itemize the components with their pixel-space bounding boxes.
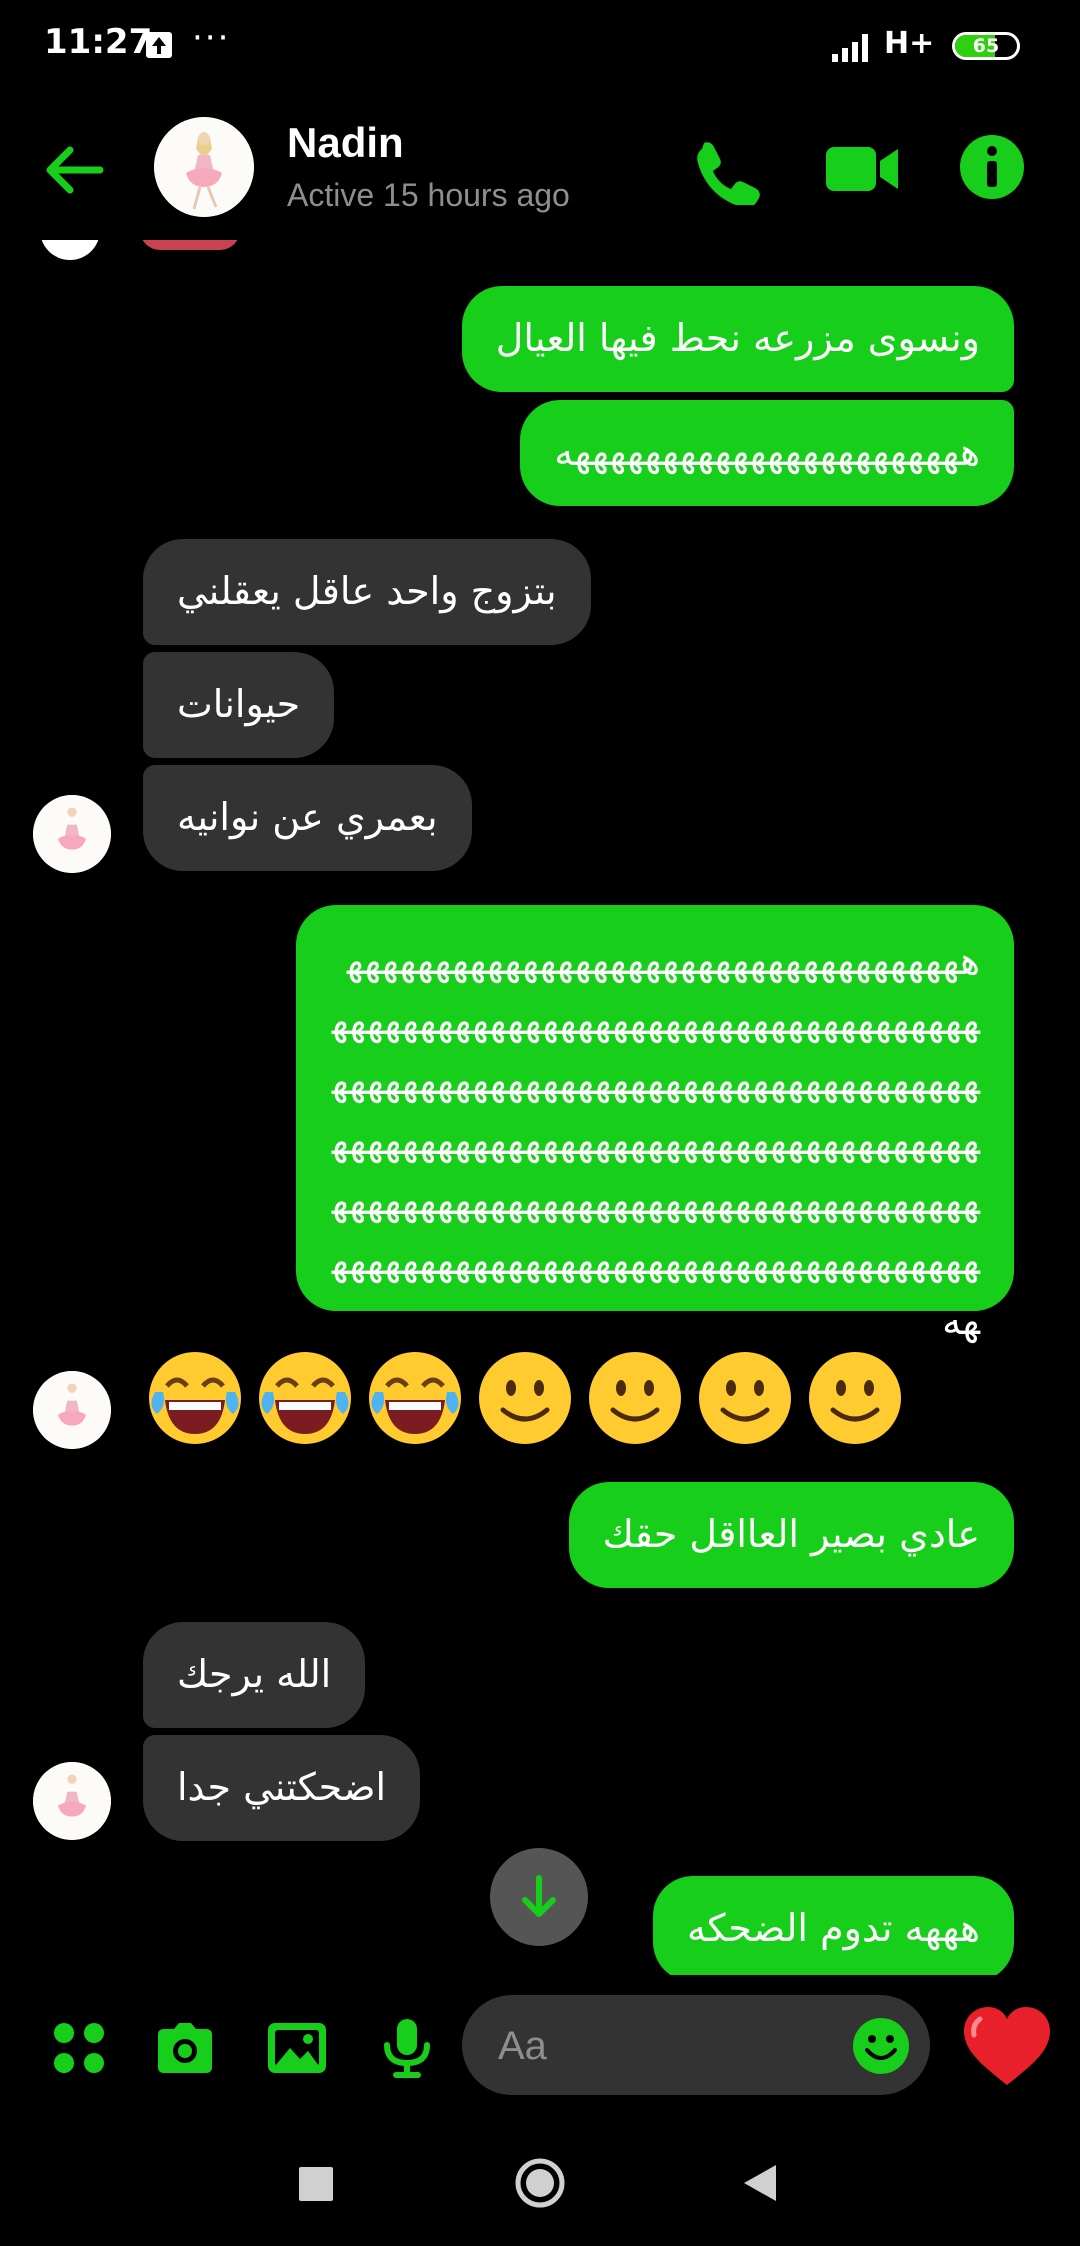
- nav-back-button[interactable]: [740, 2161, 780, 2205]
- signal-icon: [832, 34, 868, 62]
- heart-like-icon[interactable]: [962, 2005, 1052, 2089]
- gallery-icon[interactable]: [264, 2015, 330, 2081]
- emoji-picker-icon[interactable]: [852, 2017, 910, 2075]
- message-bubble-incoming[interactable]: الله يرجك: [143, 1622, 366, 1728]
- network-type: H+: [884, 26, 935, 61]
- ballerina-avatar-icon: [154, 117, 254, 217]
- emoji-message[interactable]: [145, 1348, 905, 1458]
- slightly-smiling-emoji-icon: [809, 1352, 901, 1444]
- recent-apps-button[interactable]: [299, 2167, 333, 2201]
- joy-emoji-icon: [369, 1352, 461, 1444]
- ballerina-avatar-icon: [33, 1371, 111, 1449]
- battery-icon: 65: [952, 32, 1020, 60]
- message-bubble-outgoing[interactable]: هههههههههههههههههههههههه: [520, 400, 1014, 506]
- message-bubble-incoming[interactable]: بتزوج واحد عاقل يعقلني: [143, 539, 591, 645]
- message-bubble-outgoing[interactable]: هههههههههههههههههههههههههههههههههههههههه…: [296, 905, 1014, 1343]
- ballerina-avatar-icon: [33, 1762, 111, 1840]
- message-bubble-incoming[interactable]: حيوانات: [143, 652, 335, 758]
- message-bubble-outgoing[interactable]: هههه تدوم الضحكه: [653, 1876, 1014, 1975]
- joy-emoji-icon: [259, 1352, 351, 1444]
- contact-avatar-small[interactable]: [33, 1371, 111, 1449]
- slightly-smiling-emoji-icon: [589, 1352, 681, 1444]
- battery-level: 65: [972, 35, 1000, 57]
- contact-avatar-small: [40, 240, 100, 260]
- more-notifications-icon: ···: [192, 18, 231, 58]
- slightly-smiling-emoji-icon: [699, 1352, 791, 1444]
- message-composer: [0, 1975, 1080, 2125]
- arrow-down-icon: [522, 1875, 556, 1917]
- apps-grid-icon[interactable]: [46, 2015, 112, 2081]
- home-button[interactable]: [514, 2157, 566, 2209]
- contact-avatar-small[interactable]: [33, 795, 111, 873]
- active-status: Active 15 hours ago: [287, 177, 570, 213]
- contact-avatar[interactable]: [154, 117, 254, 217]
- message-input-container[interactable]: [462, 1995, 930, 2095]
- contact-name: Nadin: [287, 119, 404, 166]
- slightly-smiling-emoji-icon: [479, 1352, 571, 1444]
- message-bubble-outgoing[interactable]: عادي بصير العااقل حقك: [568, 1482, 1014, 1588]
- back-arrow-icon[interactable]: [40, 140, 110, 200]
- conversation-header: Nadin Active 15 hours ago: [0, 95, 1080, 240]
- video-call-icon[interactable]: [822, 139, 902, 199]
- status-bar: 11:27 ··· H+ 65: [0, 0, 1080, 95]
- phone-call-icon[interactable]: [690, 135, 760, 205]
- status-time: 11:27: [44, 22, 153, 62]
- message-bubble-incoming[interactable]: اضحكتني جدا: [143, 1735, 421, 1841]
- camera-icon[interactable]: [152, 2015, 218, 2081]
- system-navigation-bar: [0, 2125, 1080, 2246]
- message-list[interactable]: ونسوى مزرعه نحط فيها العيال هههههههههههه…: [0, 240, 1080, 1975]
- scroll-to-bottom-button[interactable]: [490, 1848, 588, 1946]
- shared-image-partial[interactable]: [140, 240, 240, 250]
- message-bubble-incoming[interactable]: بعمري عن نوانيه: [143, 765, 472, 871]
- microphone-icon[interactable]: [374, 2015, 440, 2081]
- message-input[interactable]: [496, 2015, 840, 2077]
- message-bubble-outgoing[interactable]: ونسوى مزرعه نحط فيها العيال: [461, 286, 1014, 392]
- info-icon[interactable]: [958, 133, 1026, 201]
- ballerina-avatar-icon: [33, 795, 111, 873]
- joy-emoji-icon: [149, 1352, 241, 1444]
- contact-avatar-small[interactable]: [33, 1762, 111, 1840]
- upload-notification-icon: [146, 32, 172, 58]
